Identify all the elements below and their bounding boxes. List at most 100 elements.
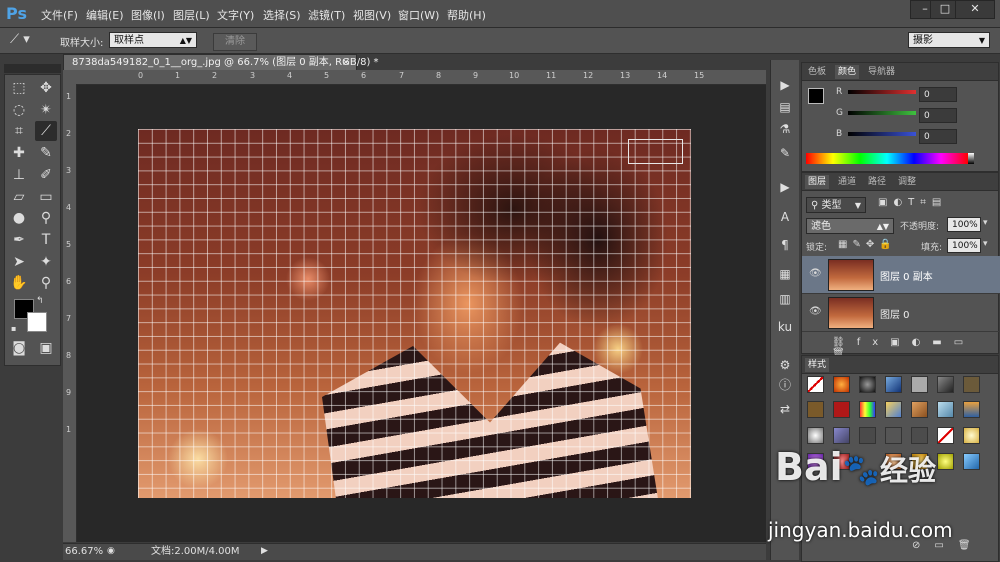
layer-filter-select[interactable]: ⚲ 类型 ▼	[806, 197, 866, 213]
style-swatch[interactable]	[937, 453, 954, 470]
tab-color[interactable]: 颜色	[835, 65, 860, 79]
layer-name[interactable]: 图层 0	[880, 306, 910, 321]
pen-tool-icon[interactable]: ✒	[8, 230, 30, 250]
type-tool-icon[interactable]: T	[35, 230, 57, 250]
opacity-input[interactable]: 100%	[947, 217, 981, 232]
shape-tool-icon[interactable]: ✦	[35, 252, 57, 272]
background-color-swatch[interactable]	[27, 312, 47, 332]
layer-filter-icons[interactable]: ▣◐T⌗▤	[878, 197, 947, 208]
default-colors-icon[interactable]: ▪	[11, 324, 16, 333]
style-swatch[interactable]	[963, 427, 980, 444]
style-swatch[interactable]	[833, 427, 850, 444]
eyedropper-tool-icon[interactable]: ⟋	[35, 121, 57, 141]
menu-help[interactable]: 帮助(H)	[447, 7, 486, 23]
notes-icon[interactable]: ▥	[775, 290, 795, 308]
color-fg-swatch[interactable]	[808, 88, 824, 104]
properties-icon[interactable]: ⚙	[775, 356, 795, 374]
move-tool-icon[interactable]: ✥	[35, 78, 57, 98]
layer-comps-icon[interactable]: ▦	[775, 265, 795, 283]
lock-icons[interactable]: ▦✎✥🔒	[838, 239, 897, 250]
document-tab[interactable]: 8738da549182_0_1__org_.jpg @ 66.7% (图层 0…	[63, 54, 379, 71]
fill-input[interactable]: 100%	[947, 238, 981, 253]
fill-arrow-icon[interactable]: ▾	[983, 239, 988, 249]
style-swatch[interactable]	[807, 427, 824, 444]
b-slider[interactable]	[848, 132, 916, 136]
menu-select[interactable]: 选择(S)	[263, 7, 301, 23]
tab-layers[interactable]: 图层	[805, 175, 830, 189]
swap-colors-icon[interactable]: ↰	[36, 296, 44, 306]
style-swatch[interactable]	[885, 376, 902, 393]
hand-tool-icon[interactable]: ✋	[8, 273, 30, 293]
tab-adjustments[interactable]: 调整	[895, 175, 919, 189]
style-swatch[interactable]	[833, 401, 850, 418]
style-swatch[interactable]	[859, 427, 876, 444]
menu-layer[interactable]: 图层(L)	[173, 7, 210, 23]
style-swatch[interactable]	[963, 401, 980, 418]
b-value[interactable]: 0	[919, 129, 957, 144]
clone-source-icon[interactable]: ✎	[775, 144, 795, 162]
tab-styles[interactable]: 样式	[805, 358, 830, 372]
g-value[interactable]: 0	[919, 108, 957, 123]
histogram-icon[interactable]: ▤	[775, 98, 795, 116]
style-swatch[interactable]	[963, 453, 980, 470]
zoom-level[interactable]: 66.67%	[65, 544, 103, 559]
color-spectrum-bw[interactable]	[968, 153, 974, 164]
menu-file[interactable]: 文件(F)	[41, 7, 78, 23]
opacity-arrow-icon[interactable]: ▾	[983, 218, 988, 228]
style-swatch-none[interactable]	[937, 427, 954, 444]
dodge-tool-icon[interactable]: ⚲	[35, 208, 57, 228]
path-selection-tool-icon[interactable]: ➤	[8, 252, 30, 272]
paragraph-style-icon[interactable]: ¶	[775, 236, 795, 254]
menu-type[interactable]: 文字(Y)	[217, 7, 254, 23]
brush-tool-icon[interactable]: ✎	[35, 143, 57, 163]
menu-image[interactable]: 图像(I)	[131, 7, 165, 23]
eyedropper-preset-icon[interactable]: ⟋ ▾	[10, 32, 50, 48]
style-swatch[interactable]	[859, 376, 876, 393]
style-swatch[interactable]	[937, 401, 954, 418]
layer-row[interactable]: 👁 图层 0	[802, 294, 1000, 332]
r-slider[interactable]	[848, 90, 916, 94]
style-swatch[interactable]	[911, 376, 928, 393]
style-swatch[interactable]	[833, 376, 850, 393]
status-info-icon[interactable]: ◉	[107, 544, 115, 559]
quick-mask-icon[interactable]: ◙	[8, 338, 30, 358]
tab-swatches[interactable]: 色板	[805, 65, 829, 79]
blend-mode-select[interactable]: 滤色 ▲▼	[806, 218, 894, 234]
close-window-button[interactable]: ✕	[955, 0, 995, 19]
style-swatch[interactable]	[911, 401, 928, 418]
r-value[interactable]: 0	[919, 87, 957, 102]
style-swatch[interactable]	[885, 401, 902, 418]
tab-navigator[interactable]: 导航器	[865, 65, 898, 79]
layers-footer-icons[interactable]: ⛓fx▣◐▬▭🗑	[802, 337, 998, 359]
gradient-tool-icon[interactable]: ▭	[35, 187, 57, 207]
menu-view[interactable]: 视图(V)	[353, 7, 391, 23]
ku-plugin-icon[interactable]: ku	[775, 318, 795, 336]
paragraph-icon[interactable]: ▶	[775, 178, 795, 196]
color-spectrum[interactable]	[806, 153, 968, 164]
brush-preset-icon[interactable]: ⚗	[775, 120, 795, 138]
clear-button[interactable]: 清除	[213, 33, 257, 51]
style-swatch-none[interactable]	[807, 376, 824, 393]
menu-window[interactable]: 窗口(W)	[398, 7, 439, 23]
style-swatch[interactable]	[807, 401, 824, 418]
workspace-select[interactable]: 摄影 ▼	[908, 32, 990, 48]
style-swatch[interactable]	[937, 376, 954, 393]
layer-name[interactable]: 图层 0 副本	[880, 268, 933, 283]
tab-channels[interactable]: 通道	[835, 175, 859, 189]
menu-edit[interactable]: 编辑(E)	[86, 7, 124, 23]
ruler-vertical[interactable]: 1 2 3 4 5 6 7 8 9 1	[63, 84, 77, 542]
lasso-tool-icon[interactable]: ◌	[8, 100, 30, 120]
ruler-horizontal[interactable]: 0 1 2 3 4 5 6 7 8 9 10 11 12 13 14 15	[63, 70, 766, 85]
style-swatch[interactable]	[963, 376, 980, 393]
sample-size-select[interactable]: 取样点 ▲▼	[109, 32, 197, 48]
style-swatch[interactable]	[911, 427, 928, 444]
screen-mode-icon[interactable]: ▣	[35, 338, 57, 358]
history-brush-tool-icon[interactable]: ✐	[35, 165, 57, 185]
navigator-icon[interactable]: ⇄	[775, 400, 795, 418]
tab-paths[interactable]: 路径	[865, 175, 889, 189]
layer-row-selected[interactable]: 👁 图层 0 副本	[802, 256, 1000, 294]
magic-wand-tool-icon[interactable]: ✴	[35, 100, 57, 120]
healing-brush-tool-icon[interactable]: ✚	[8, 143, 30, 163]
blur-tool-icon[interactable]: ●	[8, 208, 30, 228]
close-tab-icon[interactable]: ×	[342, 55, 350, 71]
